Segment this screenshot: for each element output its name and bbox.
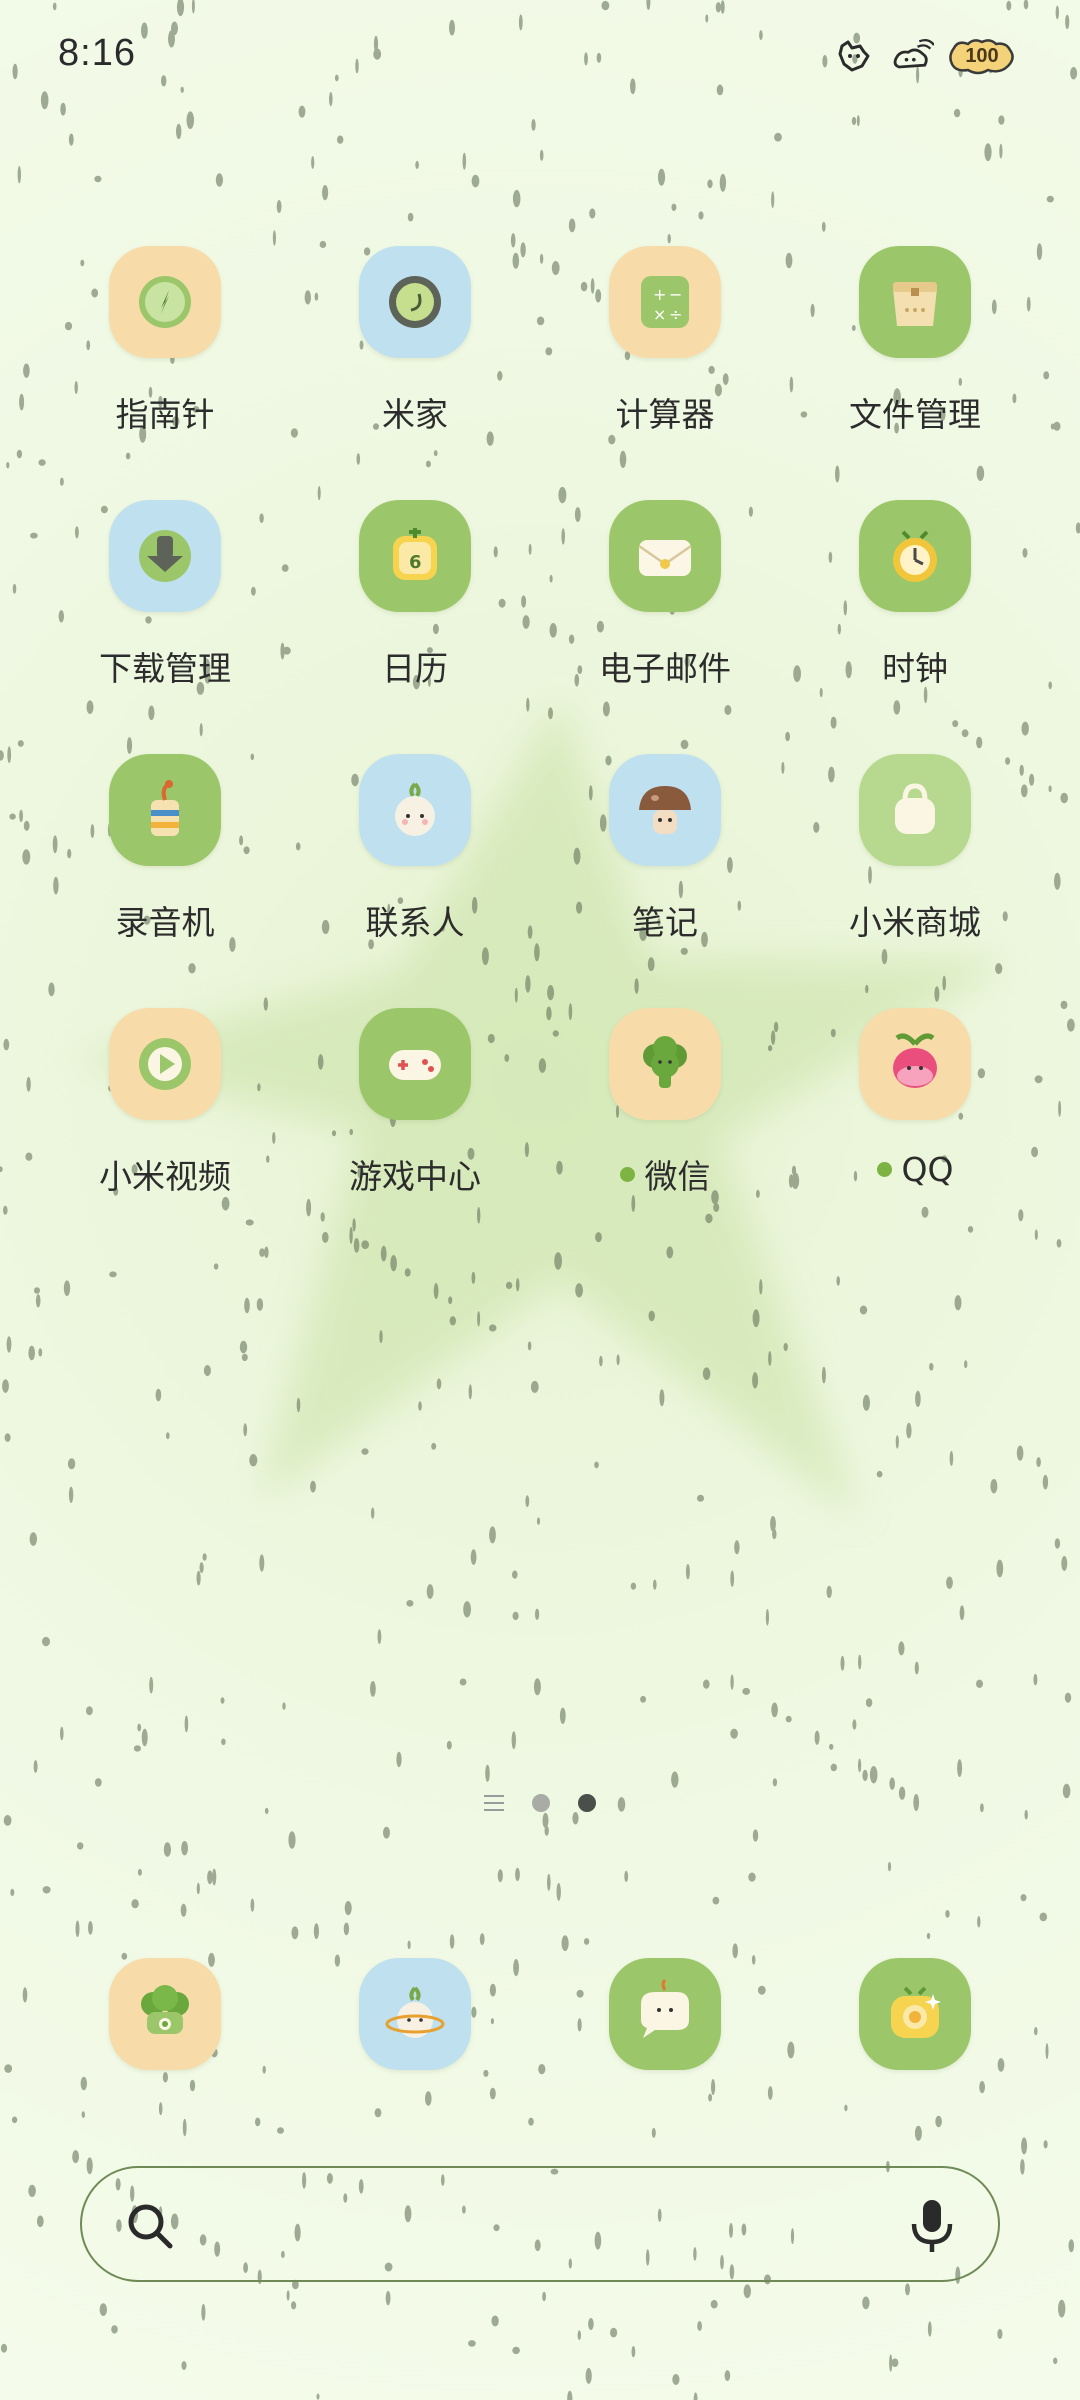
app-label: 文件管理 bbox=[849, 388, 981, 436]
search-bar[interactable] bbox=[80, 2166, 1000, 2282]
recorder-cup-icon[interactable] bbox=[109, 754, 221, 866]
compass-icon[interactable] bbox=[109, 246, 221, 358]
app-item[interactable]: 游戏中心 bbox=[290, 1002, 540, 1256]
app-item[interactable]: + − × ÷ 计算器 bbox=[540, 240, 790, 494]
app-label: 时钟 bbox=[882, 642, 948, 690]
app-grid: 指南针 米家 + − × ÷ 计算器 文件管理下载管理 6 日历 电子邮件 时钟录音机 联系人 笔记 小米商… bbox=[40, 240, 1040, 1256]
app-label-text: 米家 bbox=[382, 395, 448, 434]
download-arrow-icon[interactable] bbox=[109, 500, 221, 612]
svg-text:6: 6 bbox=[409, 552, 422, 573]
app-item[interactable]: 电子邮件 bbox=[540, 494, 790, 748]
new-badge-dot bbox=[876, 1162, 892, 1177]
folder-bag-icon[interactable] bbox=[859, 246, 971, 358]
app-label-text: 电子邮件 bbox=[599, 649, 731, 688]
app-item[interactable]: 小米视频 bbox=[40, 1002, 290, 1256]
app-label: 下载管理 bbox=[99, 642, 231, 690]
app-label: 微信 bbox=[619, 1150, 711, 1198]
app-item[interactable]: 6 日历 bbox=[290, 494, 540, 748]
dock-item[interactable] bbox=[40, 1958, 290, 2070]
app-label-text: 笔记 bbox=[632, 903, 698, 942]
browser-onion-planet-icon[interactable] bbox=[359, 1958, 471, 2070]
contacts-onion-icon[interactable] bbox=[359, 754, 471, 866]
app-label-text: 计算器 bbox=[615, 395, 715, 434]
dock bbox=[40, 1958, 1040, 2070]
video-play-icon[interactable] bbox=[109, 1008, 221, 1120]
app-label-text: 游戏中心 bbox=[349, 1157, 481, 1196]
app-label: 联系人 bbox=[366, 896, 465, 944]
app-item[interactable]: 小米商城 bbox=[790, 748, 1040, 1002]
app-label: 日历 bbox=[382, 642, 448, 690]
app-label-text: 录音机 bbox=[115, 903, 215, 942]
search-icon[interactable] bbox=[122, 2198, 178, 2254]
clock-icon[interactable] bbox=[859, 500, 971, 612]
gamepad-icon[interactable] bbox=[359, 1008, 471, 1120]
dock-item[interactable] bbox=[290, 1958, 540, 2070]
app-item[interactable]: 联系人 bbox=[290, 748, 540, 1002]
page-dot-1[interactable] bbox=[532, 1794, 550, 1812]
app-label: 小米商城 bbox=[849, 896, 981, 944]
status-bar: 8:16 100 bbox=[0, 0, 1080, 110]
battery-icon: 100 bbox=[948, 36, 1016, 76]
messages-bubble-icon[interactable] bbox=[609, 1958, 721, 2070]
svg-text:÷: ÷ bbox=[669, 305, 682, 324]
app-item[interactable]: 米家 bbox=[290, 240, 540, 494]
app-item[interactable]: 微信 bbox=[540, 1002, 790, 1256]
wifi-icon bbox=[890, 34, 934, 78]
app-item[interactable]: 时钟 bbox=[790, 494, 1040, 748]
app-label-text: 联系人 bbox=[365, 903, 465, 942]
app-label-text: QQ bbox=[901, 1150, 954, 1189]
app-label-text: 小米商城 bbox=[849, 903, 981, 942]
app-item[interactable]: 笔记 bbox=[540, 748, 790, 1002]
app-label: 米家 bbox=[382, 388, 448, 436]
app-item[interactable]: 下载管理 bbox=[40, 494, 290, 748]
app-label-text: 微信 bbox=[644, 1157, 711, 1196]
qq-radish-icon[interactable] bbox=[859, 1008, 971, 1120]
app-item[interactable]: 指南针 bbox=[40, 240, 290, 494]
app-label-text: 指南针 bbox=[115, 395, 215, 434]
app-label: 电子邮件 bbox=[599, 642, 731, 690]
app-label-text: 时钟 bbox=[882, 649, 948, 688]
page-menu-icon[interactable] bbox=[484, 1795, 504, 1811]
app-label: 录音机 bbox=[116, 896, 215, 944]
svg-text:×: × bbox=[653, 305, 666, 324]
shopping-bag-icon[interactable] bbox=[859, 754, 971, 866]
app-item[interactable]: QQ bbox=[790, 1002, 1040, 1256]
battery-level: 100 bbox=[965, 44, 999, 67]
app-label: 指南针 bbox=[116, 388, 215, 436]
app-label-text: 日历 bbox=[382, 649, 448, 688]
new-badge-dot bbox=[619, 1166, 635, 1182]
app-label: 小米视频 bbox=[99, 1150, 231, 1198]
app-label: QQ bbox=[876, 1150, 954, 1189]
dock-item[interactable] bbox=[540, 1958, 790, 2070]
search-input[interactable] bbox=[202, 2198, 866, 2256]
app-label: 计算器 bbox=[616, 388, 715, 436]
notification-cat-icon bbox=[832, 34, 876, 78]
page-dot-2[interactable] bbox=[578, 1794, 596, 1812]
mi-home-icon[interactable] bbox=[359, 246, 471, 358]
camera-icon[interactable] bbox=[859, 1958, 971, 2070]
mail-envelope-icon[interactable] bbox=[609, 500, 721, 612]
app-label-text: 小米视频 bbox=[99, 1157, 231, 1196]
app-item[interactable]: 录音机 bbox=[40, 748, 290, 1002]
page-indicator bbox=[0, 1794, 1080, 1812]
calculator-icon[interactable]: + − × ÷ bbox=[609, 246, 721, 358]
phone-broccoli-icon[interactable] bbox=[109, 1958, 221, 2070]
app-item[interactable]: 文件管理 bbox=[790, 240, 1040, 494]
status-icons: 100 bbox=[832, 34, 1016, 78]
notes-mushroom-icon[interactable] bbox=[609, 754, 721, 866]
app-label: 笔记 bbox=[632, 896, 698, 944]
microphone-icon[interactable] bbox=[904, 2196, 960, 2256]
svg-text:+: + bbox=[653, 285, 666, 304]
app-label: 游戏中心 bbox=[349, 1150, 481, 1198]
app-label-text: 下载管理 bbox=[99, 649, 231, 688]
app-label-text: 文件管理 bbox=[849, 395, 981, 434]
wechat-broccoli-icon[interactable] bbox=[609, 1008, 721, 1120]
dock-item[interactable] bbox=[790, 1958, 1040, 2070]
svg-text:−: − bbox=[669, 285, 682, 304]
calendar-icon[interactable]: 6 bbox=[359, 500, 471, 612]
status-time: 8:16 bbox=[58, 32, 136, 74]
